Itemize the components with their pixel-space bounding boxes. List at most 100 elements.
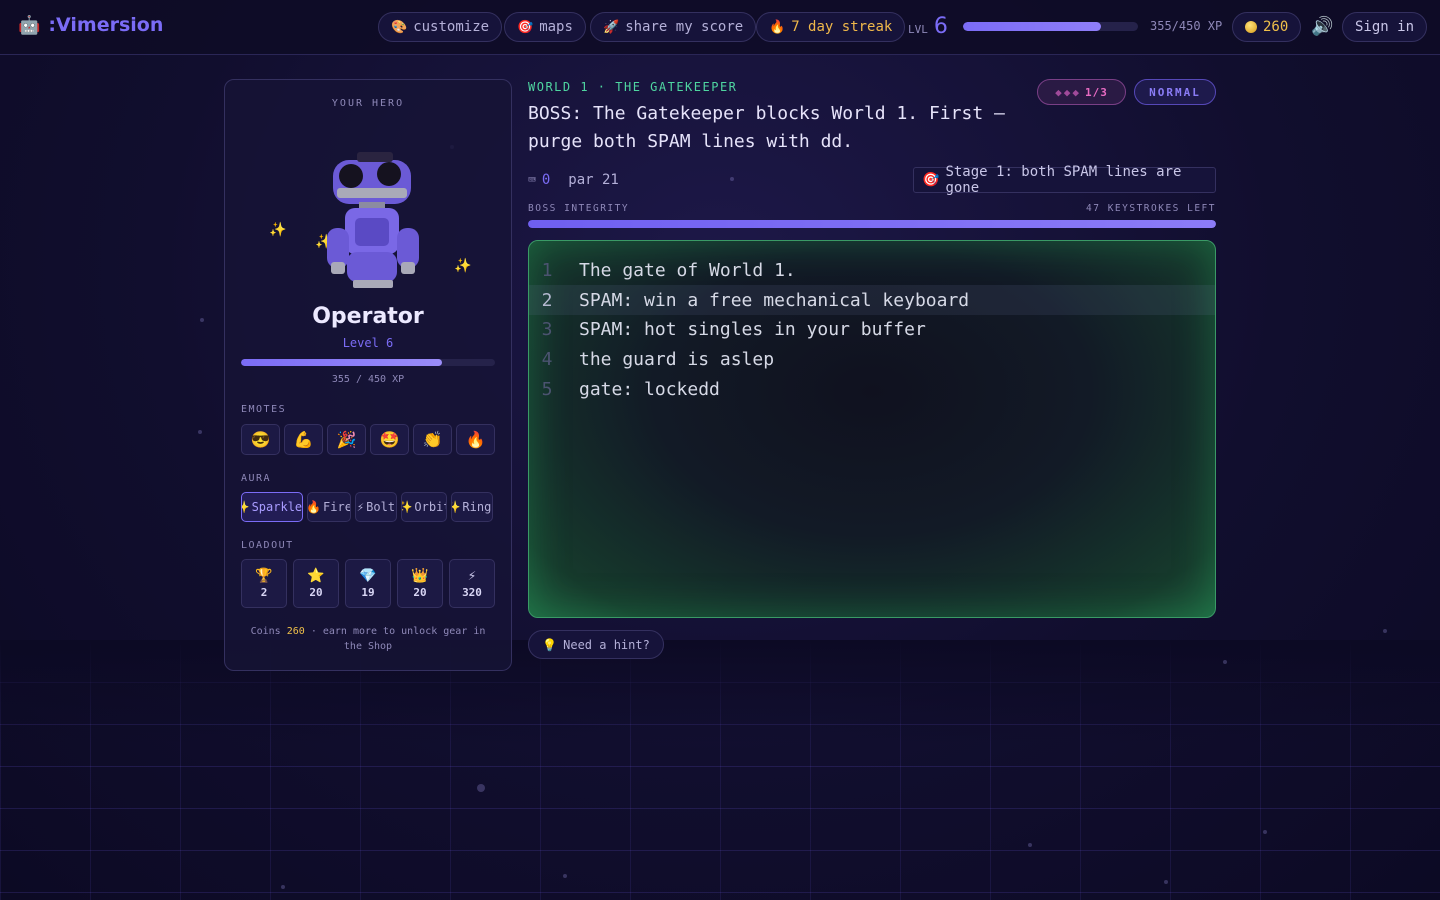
background-star bbox=[200, 318, 204, 322]
robot-avatar bbox=[327, 152, 419, 288]
crown-icon: 👑 bbox=[411, 568, 429, 584]
background-grid bbox=[0, 640, 1440, 900]
coins-count: 260 bbox=[1263, 19, 1289, 35]
editor-line-active[interactable]: 2 SPAM: win a free mechanical keyboard bbox=[529, 285, 1215, 315]
hero-card-title: YOUR HERO bbox=[331, 98, 405, 109]
difficulty-badge[interactable]: NORMAL bbox=[1134, 79, 1216, 105]
background-star bbox=[1028, 843, 1032, 847]
logo[interactable]: 🤖 :Vimersion bbox=[18, 14, 163, 36]
sparkles-icon: ✨ bbox=[402, 500, 412, 514]
share-score-button[interactable]: 🚀 share my score bbox=[590, 12, 757, 42]
line-number: 4 bbox=[541, 348, 553, 370]
star-icon: ⭐ bbox=[307, 568, 325, 584]
emote-star-struck[interactable]: 🤩 bbox=[370, 424, 409, 455]
stage-dots-icon: ◆◆◆ bbox=[1055, 85, 1081, 99]
hero-level: Level 6 bbox=[342, 336, 394, 350]
palette-icon: 🎨 bbox=[391, 19, 408, 35]
aura-label: AURA bbox=[241, 473, 272, 484]
sparkles-icon: ✨ bbox=[242, 500, 250, 514]
vim-editor[interactable]: 1 The gate of World 1. 2 SPAM: win a fre… bbox=[528, 240, 1216, 618]
editor-line[interactable]: 5 gate: lockedd bbox=[529, 374, 1215, 404]
line-number: 5 bbox=[541, 378, 553, 400]
aura-rings[interactable]: ✨ Rings bbox=[451, 492, 493, 522]
hint-button[interactable]: 💡 Need a hint? bbox=[528, 630, 664, 659]
emote-party[interactable]: 🎉 bbox=[327, 424, 366, 455]
app-title: :Vimersion bbox=[48, 14, 164, 36]
rocket-icon: 🚀 bbox=[603, 19, 620, 35]
editor-line[interactable]: 3 SPAM: hot singles in your buffer bbox=[529, 314, 1215, 344]
aura-sparkles-label: Sparkles bbox=[251, 500, 303, 514]
loadout-row: 🏆 2 ⭐ 20 💎 19 👑 20 ⚡ 320 bbox=[241, 559, 495, 608]
sign-in-label: Sign in bbox=[1355, 19, 1415, 35]
coins-note: Coins 260 · earn more to unlock gear in … bbox=[241, 624, 495, 654]
trophy-icon: 🏆 bbox=[255, 568, 273, 584]
keystroke-count: 0 bbox=[541, 172, 551, 188]
line-number: 3 bbox=[541, 318, 553, 340]
aura-fire[interactable]: 🔥 Fire bbox=[307, 492, 351, 522]
loadout-value: 19 bbox=[361, 586, 375, 599]
background-star bbox=[563, 874, 567, 878]
background-star bbox=[1383, 629, 1387, 633]
hero-name: Operator bbox=[312, 304, 424, 329]
keyboard-icon: ⌨ bbox=[528, 172, 536, 188]
background-star bbox=[281, 885, 285, 889]
streak-label: 7 day streak bbox=[791, 19, 893, 35]
loadout-value: 20 bbox=[309, 586, 323, 599]
bolt-icon: ⚡ bbox=[467, 568, 477, 584]
emotes-label: EMOTES bbox=[241, 404, 287, 415]
target-icon: 🎯 bbox=[922, 172, 940, 188]
emote-fire[interactable]: 🔥 bbox=[456, 424, 495, 455]
par-label: par 21 bbox=[568, 172, 619, 188]
emote-clap[interactable]: 👏 bbox=[413, 424, 452, 455]
objective-text: Stage 1: both SPAM lines are gone bbox=[945, 164, 1182, 196]
coins-note-prefix: Coins bbox=[250, 626, 281, 637]
streak-badge[interactable]: 🔥 7 day streak bbox=[756, 12, 906, 42]
loadout-value: 320 bbox=[462, 586, 482, 599]
customize-button[interactable]: 🎨 customize bbox=[378, 12, 503, 42]
aura-orbit[interactable]: ✨ Orbit bbox=[401, 492, 447, 522]
world-title: WORLD 1 · THE GATEKEEPER bbox=[528, 80, 738, 94]
background-star bbox=[477, 784, 485, 792]
aura-bolt-label: Bolt bbox=[366, 500, 396, 514]
loadout-bolt[interactable]: ⚡ 320 bbox=[449, 559, 495, 608]
loadout-star[interactable]: ⭐ 20 bbox=[293, 559, 339, 608]
editor-line[interactable]: 1 The gate of World 1. bbox=[529, 255, 1215, 285]
loadout-crown[interactable]: 👑 20 bbox=[397, 559, 443, 608]
level-number: 6 bbox=[933, 14, 948, 39]
emotes-row: 😎 💪 🎉 🤩 👏 🔥 bbox=[241, 424, 495, 455]
maps-button[interactable]: 🎯 maps bbox=[504, 12, 586, 42]
editor-line[interactable]: 4 the guard is aslep bbox=[529, 344, 1215, 374]
coin-icon bbox=[1245, 21, 1257, 33]
keystroke-counter: ⌨ 0 par 21 bbox=[528, 172, 619, 188]
sign-in-button[interactable]: Sign in bbox=[1342, 12, 1428, 42]
keystrokes-left: 47 KEYSTROKES LEFT bbox=[1086, 203, 1216, 214]
hero-xp-fill bbox=[241, 359, 442, 366]
line-text: the guard is aslep bbox=[579, 348, 775, 370]
gem-icon: 💎 bbox=[359, 568, 377, 584]
loadout-trophy[interactable]: 🏆 2 bbox=[241, 559, 287, 608]
background-star bbox=[1164, 880, 1168, 884]
hint-label: Need a hint? bbox=[563, 637, 650, 652]
aura-orbit-label: Orbit bbox=[414, 500, 447, 514]
boss-integrity-bar bbox=[528, 220, 1216, 228]
line-text: The gate of World 1. bbox=[579, 259, 796, 281]
coins-badge[interactable]: 260 bbox=[1232, 12, 1302, 42]
hero-xp-text: 355 / 450 XP bbox=[331, 374, 405, 385]
emote-cool[interactable]: 😎 bbox=[241, 424, 280, 455]
maps-label: maps bbox=[539, 19, 573, 35]
hero-card: YOUR HERO ✨ ✨ ✨ Operator Level 6 355 / 4… bbox=[224, 79, 512, 671]
background-star bbox=[1263, 830, 1267, 834]
target-icon: 🎯 bbox=[517, 19, 534, 35]
boss-integrity-header: BOSS INTEGRITY 47 KEYSTROKES LEFT bbox=[528, 203, 1216, 214]
line-number: 2 bbox=[541, 289, 553, 311]
background-star bbox=[730, 177, 734, 181]
xp-progress-fill bbox=[963, 22, 1102, 31]
loadout-gem[interactable]: 💎 19 bbox=[345, 559, 391, 608]
aura-fire-label: Fire bbox=[323, 500, 351, 514]
speaker-icon[interactable]: 🔊 bbox=[1311, 16, 1333, 37]
boss-integrity-fill bbox=[528, 220, 1216, 228]
aura-sparkles[interactable]: ✨ Sparkles bbox=[241, 492, 303, 522]
sparkle-icon: ✨ bbox=[269, 222, 287, 238]
emote-muscle[interactable]: 💪 bbox=[284, 424, 323, 455]
aura-bolt[interactable]: ⚡ Bolt bbox=[355, 492, 397, 522]
